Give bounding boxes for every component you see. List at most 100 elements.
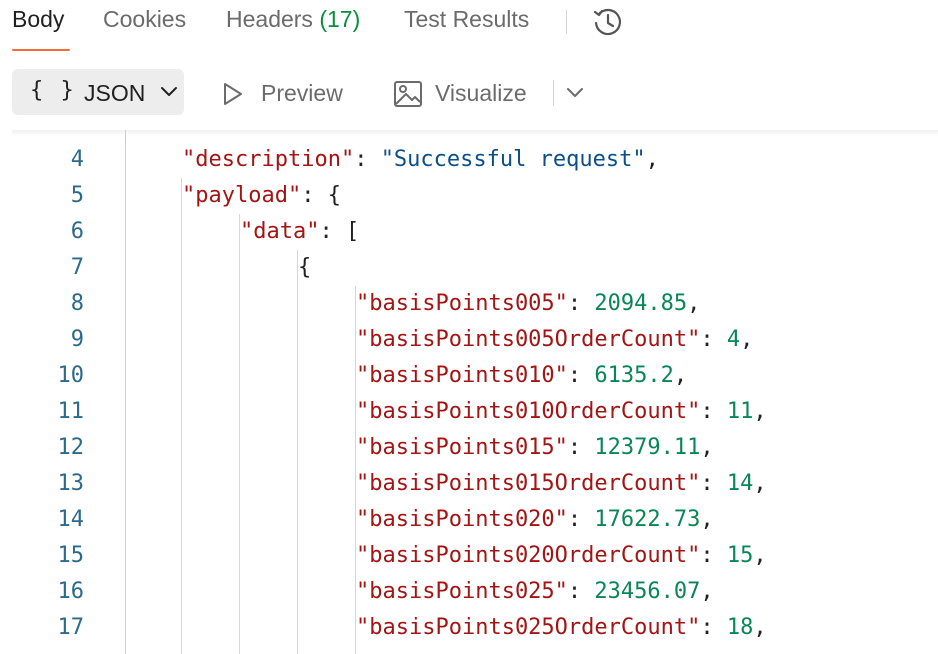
response-toolbar: { } JSON Preview Visualize	[0, 66, 938, 120]
code-line: 14 "basisPoints020": 17622.73,	[12, 502, 938, 538]
tab-cookies[interactable]: Cookies	[103, 6, 186, 33]
code-line: 17 "basisPoints025OrderCount": 18,	[12, 610, 938, 646]
code-line: 6 "data": [	[12, 214, 938, 250]
code-text: "basisPoints005": 2094.85,	[356, 291, 700, 316]
code-text: "description": "Successful request",	[182, 147, 659, 172]
json-colon: :	[700, 399, 727, 424]
line-number: 12	[57, 435, 85, 460]
tab-body[interactable]: Body	[12, 6, 64, 33]
json-colon: :	[700, 543, 727, 568]
code-line: 10 "basisPoints010": 6135.2,	[12, 358, 938, 394]
json-colon: :	[354, 147, 381, 172]
json-colon: :	[700, 327, 727, 352]
json-comma: ,	[687, 291, 701, 316]
json-value: 15	[726, 543, 754, 568]
code-text: "basisPoints025": 23456.07,	[356, 579, 714, 604]
visualize-menu-button[interactable]	[558, 69, 592, 115]
tab-headers[interactable]: Headers (17)	[226, 6, 360, 33]
json-colon: :	[567, 291, 595, 316]
tab-divider	[566, 10, 567, 34]
code-text: "basisPoints015OrderCount": 14,	[356, 471, 767, 496]
code-text: "basisPoints010OrderCount": 11,	[356, 399, 767, 424]
code-text: "basisPoints015": 12379.11,	[356, 435, 714, 460]
toolbar-divider	[553, 80, 554, 106]
history-button[interactable]	[590, 4, 626, 40]
json-value: 17622.73	[594, 507, 701, 532]
json-key: "basisPoints010OrderCount"	[356, 399, 701, 424]
chevron-down-icon	[161, 87, 177, 96]
tab-headers-count: (17)	[319, 6, 361, 32]
tab-headers-label: Headers	[226, 6, 313, 32]
code-text: "basisPoints020OrderCount": 15,	[356, 543, 767, 568]
json-comma: ,	[645, 147, 659, 172]
json-colon: :	[567, 435, 595, 460]
json-value: 6135.2	[594, 363, 674, 388]
preview-button[interactable]: Preview	[218, 69, 358, 115]
json-key: "basisPoints025OrderCount"	[356, 615, 701, 640]
code-text: "data": [	[240, 219, 359, 244]
code-text: "basisPoints025OrderCount": 18,	[356, 615, 767, 640]
line-number: 13	[57, 471, 85, 496]
code-line: 15 "basisPoints020OrderCount": 15,	[12, 538, 938, 574]
line-number: 15	[57, 543, 85, 568]
json-key: "payload"	[182, 183, 302, 208]
code-line: 9 "basisPoints005OrderCount": 4,	[12, 322, 938, 358]
line-number: 6	[70, 219, 84, 244]
line-number: 17	[57, 615, 85, 640]
json-value: 18	[726, 615, 754, 640]
json-key: "basisPoints010"	[356, 363, 568, 388]
code-line: 11 "basisPoints010OrderCount": 11,	[12, 394, 938, 430]
json-colon: :	[700, 615, 727, 640]
line-number: 5	[70, 183, 84, 208]
json-comma: ,	[753, 471, 767, 496]
code-text: {	[298, 255, 311, 280]
code-line: 8 "basisPoints005": 2094.85,	[12, 286, 938, 322]
json-value: 4	[726, 327, 741, 352]
code-line: 5 "payload": {	[12, 178, 938, 214]
line-number: 16	[57, 579, 85, 604]
code-text: "basisPoints005OrderCount": 4,	[356, 327, 753, 352]
visualize-label: Visualize	[435, 80, 527, 106]
json-value: 11	[726, 399, 754, 424]
line-number: 9	[70, 327, 84, 352]
json-comma: ,	[700, 579, 714, 604]
json-key: "basisPoints015"	[356, 435, 568, 460]
json-colon: :	[319, 219, 346, 244]
json-key: "basisPoints005OrderCount"	[356, 327, 701, 352]
response-tabs: Body Cookies Headers (17) Test Results	[0, 0, 938, 52]
json-value: [	[345, 219, 360, 244]
json-colon: :	[700, 471, 727, 496]
code-line: 16 "basisPoints025": 23456.07,	[12, 574, 938, 610]
line-number: 10	[57, 363, 85, 388]
visualize-button[interactable]: Visualize	[390, 69, 540, 115]
json-value: 23456.07	[594, 579, 701, 604]
line-number: 11	[57, 399, 85, 424]
json-comma: ,	[753, 615, 767, 640]
json-response-editor[interactable]: 4 "description": "Successful request", 5 "p…	[12, 130, 938, 654]
line-number: 14	[57, 507, 85, 532]
play-icon	[224, 83, 242, 105]
json-key: "basisPoints020"	[356, 507, 568, 532]
code-line: 12 "basisPoints015": 12379.11,	[12, 430, 938, 466]
line-number: 7	[70, 255, 84, 280]
json-comma: ,	[700, 507, 714, 532]
json-colon: :	[567, 507, 595, 532]
code-text: "basisPoints020": 17622.73,	[356, 507, 714, 532]
code-line: 7{	[12, 250, 938, 286]
braces-icon: { }	[30, 78, 76, 103]
json-value: 14	[726, 471, 754, 496]
json-key: "basisPoints020OrderCount"	[356, 543, 701, 568]
json-key: "description"	[182, 147, 355, 172]
code-line: 4 "description": "Successful request",	[12, 142, 938, 178]
format-label: JSON	[84, 80, 146, 106]
json-value: "Successful request"	[380, 147, 646, 172]
json-comma: ,	[740, 327, 754, 352]
image-icon	[394, 81, 422, 107]
tab-test-results[interactable]: Test Results	[404, 6, 529, 33]
json-comma: ,	[700, 435, 714, 460]
format-dropdown[interactable]: { } JSON	[12, 69, 184, 115]
line-number: 4	[70, 147, 84, 172]
json-comma: ,	[753, 543, 767, 568]
json-comma: ,	[753, 399, 767, 424]
json-comma: ,	[673, 363, 688, 388]
